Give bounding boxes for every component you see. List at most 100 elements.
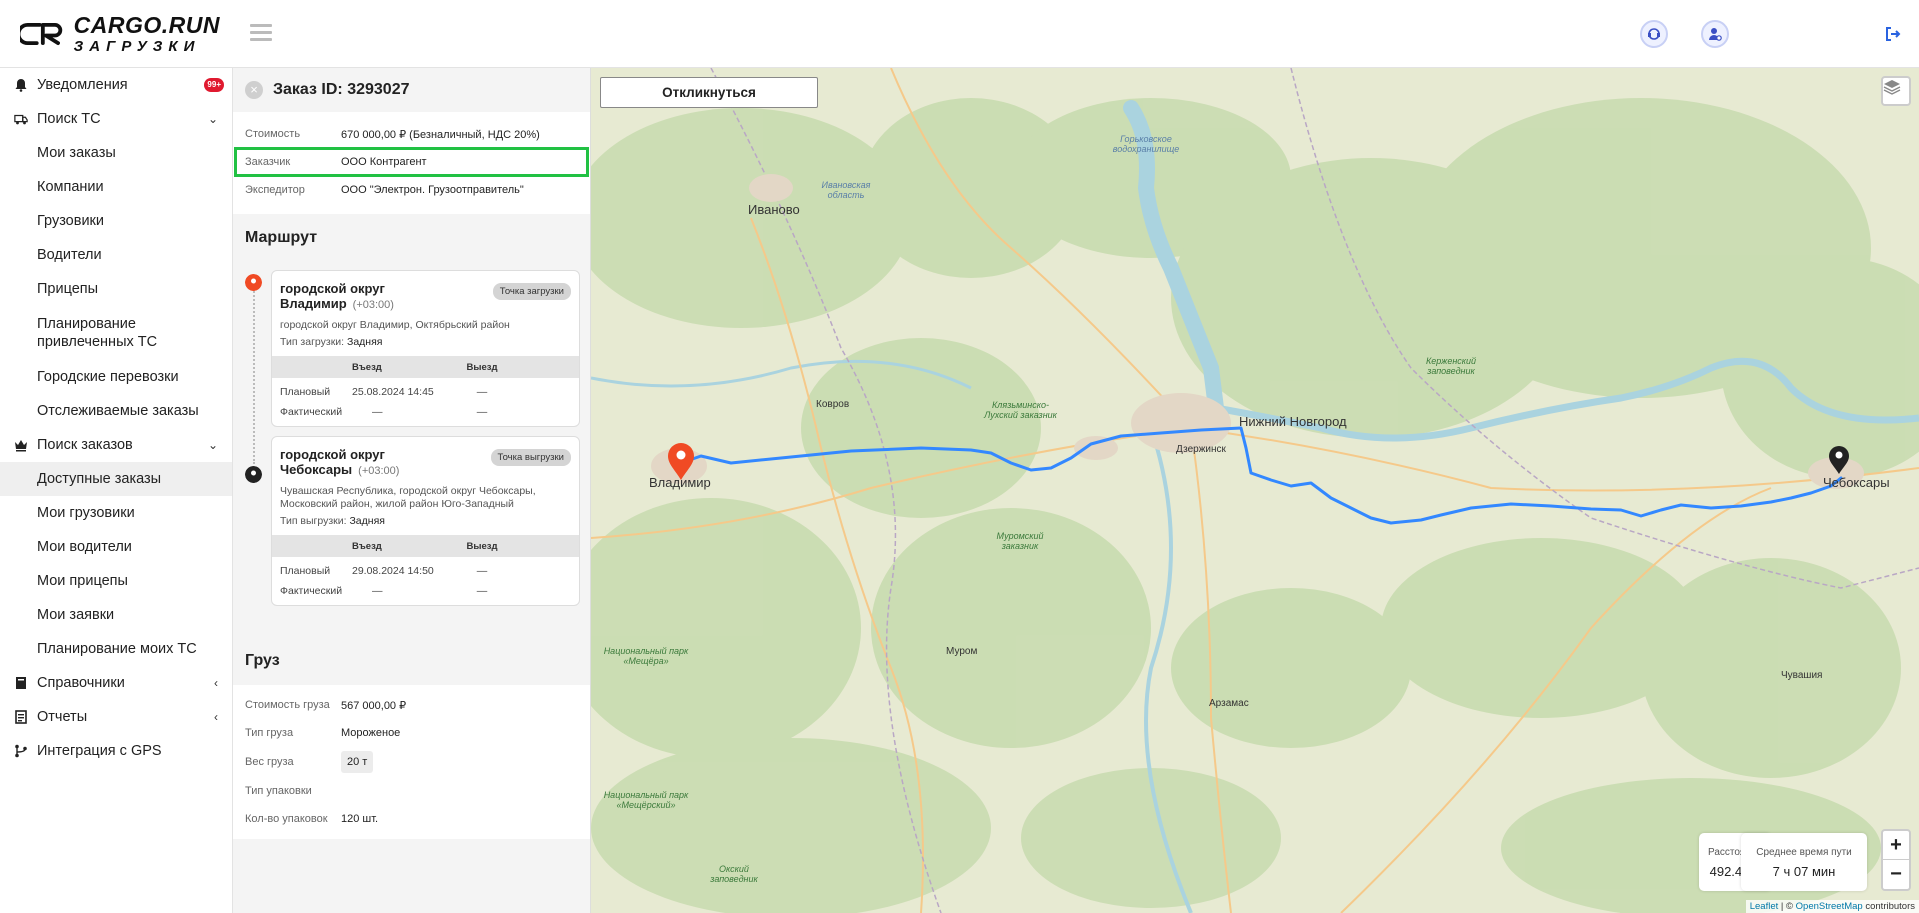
truck-icon	[14, 114, 28, 125]
zoom-in-button[interactable]: +	[1883, 831, 1909, 860]
logo[interactable]: CARGO.RUN ЗАГРУЗКИ	[20, 14, 220, 54]
cargo-section-title: Груз	[245, 652, 280, 669]
map-label-meshchersky: Национальный парк «Мещёрский»	[603, 790, 689, 810]
nav-label: Мои заказы	[37, 145, 116, 161]
nav-label: Мои грузовики	[37, 505, 135, 521]
nav-label: Уведомления	[37, 77, 128, 93]
nav-drivers[interactable]: Водители	[0, 238, 232, 272]
cargo-row: Кол-во упаковок 120 шт.	[233, 805, 590, 833]
nav-label: Отслеживаемые заказы	[37, 403, 199, 419]
route-points: городской округ Владимир (+03:00) Точка з…	[233, 262, 590, 623]
timezone: (+03:00)	[352, 299, 394, 311]
route-map[interactable]: Иваново Ивановская область Горьковское в…	[591, 68, 1919, 913]
cell: —	[476, 585, 488, 597]
row-label: Плановый	[280, 386, 331, 398]
map-label-meshchera: Национальный парк «Мещёра»	[603, 646, 689, 666]
attribution-tail: contributors	[1862, 901, 1915, 912]
top-bar: CARGO.RUN ЗАГРУЗКИ	[0, 0, 1919, 68]
timezone: (+03:00)	[358, 465, 400, 477]
col-out: Выезд	[466, 540, 498, 552]
notifications-badge: 99+	[204, 78, 224, 92]
nav-label: Интеграция с GPS	[37, 743, 162, 759]
logo-subtitle: ЗАГРУЗКИ	[73, 38, 201, 55]
load-type: Тип загрузки: Задняя	[280, 336, 571, 348]
cargo-value: 567 000,00 ₽	[341, 699, 407, 712]
nav-label: Справочники	[37, 675, 125, 691]
row-label: Фактический	[280, 406, 343, 418]
nav-my-requests[interactable]: Мои заявки	[0, 598, 232, 632]
chevron-down-icon: ⌄	[207, 438, 218, 452]
nav-available-orders[interactable]: Доступные заказы	[0, 462, 232, 496]
info-value: 670 000,00 ₽ (Безналичный, НДС 20%)	[341, 128, 540, 141]
origin-pin-icon	[245, 274, 262, 291]
nav-notifications[interactable]: Уведомления 99+	[0, 68, 232, 102]
map-label-chuvasia: Чувашия	[1781, 670, 1823, 681]
nav-order-search[interactable]: Поиск заказов ⌄	[0, 428, 232, 462]
osm-link[interactable]: OpenStreetMap	[1796, 901, 1863, 912]
layers-icon[interactable]	[1881, 76, 1911, 106]
point-city: городской округ Владимир (+03:00)	[280, 281, 430, 313]
nav-trailers[interactable]: Прицепы	[0, 272, 232, 306]
cargo-row: Тип упаковки	[233, 777, 590, 805]
schedule-row-planned: Плановый 25.08.2024 14:45 —	[272, 382, 579, 402]
chevron-left-icon: ‹	[214, 676, 218, 690]
info-label: Экспедитор	[245, 184, 305, 196]
order-header: × Заказ ID: 3293027	[233, 68, 590, 112]
map-tiles	[591, 68, 1919, 913]
map-label-ivanovo-region: Ивановская область	[821, 180, 871, 200]
col-in: Въезд	[352, 540, 382, 552]
nav-tracked-orders[interactable]: Отслеживаемые заказы	[0, 394, 232, 428]
cell: 25.08.2024 14:45	[352, 386, 434, 398]
point-address: Чувашская Республика, городской округ Че…	[280, 485, 536, 510]
travel-time-value: 7 ч 07 мин	[1772, 864, 1836, 879]
nav-my-trucks[interactable]: Мои грузовики	[0, 496, 232, 530]
info-value: ООО Контрагент	[341, 156, 427, 168]
close-icon[interactable]: ×	[245, 81, 263, 99]
nav-my-orders[interactable]: Мои заказы	[0, 136, 232, 170]
nav-label: Компании	[37, 179, 104, 195]
route-section-title: Маршрут	[245, 229, 318, 246]
info-label: Заказчик	[245, 156, 291, 168]
nav-my-trailers[interactable]: Мои прицепы	[0, 564, 232, 598]
support-icon[interactable]	[1640, 20, 1668, 48]
destination-pin-icon	[245, 466, 262, 483]
map-label-cheboksary: Чебоксары	[1823, 475, 1890, 490]
map-label-murom: Муром	[946, 646, 978, 657]
nav-label: Городские перевозки	[37, 369, 179, 385]
route-point-card: городской округ Чебоксары (+03:00) Точка …	[271, 436, 580, 606]
respond-button[interactable]: Откликнуться	[600, 77, 818, 108]
user-settings-icon[interactable]	[1701, 20, 1729, 48]
nav-label: Планирование моих ТС	[37, 641, 197, 657]
logout-icon[interactable]	[1885, 26, 1901, 42]
map-label-oksky: Окский заповедник	[710, 864, 758, 884]
nav-trucks[interactable]: Грузовики	[0, 204, 232, 238]
info-row-forwarder: Экспедитор ООО "Электрон. Грузоотправите…	[233, 176, 590, 204]
cell: —	[372, 585, 383, 597]
nav-city-transport[interactable]: Городские перевозки	[0, 360, 232, 394]
book-icon	[16, 677, 26, 689]
schedule-row-actual: Фактический — —	[272, 581, 579, 601]
info-row-price: Стоимость 670 000,00 ₽ (Безналичный, НДС…	[233, 120, 590, 148]
nav-label: Водители	[37, 247, 102, 263]
point-type-badge: Точка выгрузки	[490, 449, 571, 466]
leaflet-link[interactable]: Leaflet	[1750, 901, 1779, 912]
nav-references[interactable]: Справочники ‹	[0, 666, 232, 700]
menu-toggle-icon[interactable]	[250, 24, 272, 42]
sidebar: Уведомления 99+ Поиск ТС ⌄ Мои заказы Ко…	[0, 68, 233, 913]
nav-companies[interactable]: Компании	[0, 170, 232, 204]
order-info: Стоимость 670 000,00 ₽ (Безналичный, НДС…	[233, 112, 590, 214]
nav-reports[interactable]: Отчеты ‹	[0, 700, 232, 734]
nav-planning-my[interactable]: Планирование моих ТС	[0, 632, 232, 666]
point-city: городской округ Чебоксары (+03:00)	[280, 447, 430, 479]
map-label-arzamas: Арзамас	[1209, 698, 1249, 709]
nav-label: Поиск заказов	[37, 437, 133, 453]
zoom-out-button[interactable]: −	[1883, 860, 1909, 889]
nav-planning-hired[interactable]: Планирование привлеченных ТС	[0, 306, 232, 360]
cargo-info: Стоимость груза 567 000,00 ₽ Тип груза Мор…	[233, 685, 590, 839]
info-label: Стоимость	[245, 128, 301, 140]
travel-time-card: Среднее время пути 7 ч 07 мин	[1741, 833, 1867, 891]
nav-my-drivers[interactable]: Мои водители	[0, 530, 232, 564]
cargo-label: Тип упаковки	[245, 785, 312, 797]
nav-vehicle-search[interactable]: Поиск ТС ⌄	[0, 102, 232, 136]
nav-gps-integration[interactable]: Интеграция с GPS	[0, 734, 232, 768]
